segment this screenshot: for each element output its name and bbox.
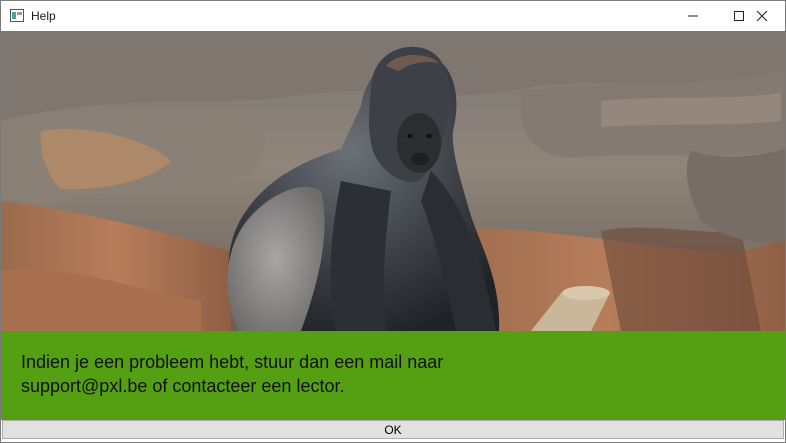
gorilla-photo xyxy=(1,31,785,331)
close-icon xyxy=(756,10,768,22)
message-panel: Indien je een probleem hebt, stuur dan e… xyxy=(1,331,785,420)
close-button[interactable] xyxy=(739,1,785,31)
minimize-button[interactable] xyxy=(670,1,716,31)
help-message: Indien je een probleem hebt, stuur dan e… xyxy=(21,350,621,398)
ok-button[interactable]: OK xyxy=(2,420,784,439)
window-app-icon xyxy=(10,9,24,22)
help-window: Help Indien je een probleem hebt, stuur … xyxy=(0,0,786,443)
help-message-line2: support@pxl.be of contacteer een lector. xyxy=(21,376,345,396)
gorilla-illustration xyxy=(1,31,785,331)
window-title: Help xyxy=(31,9,56,23)
minimize-icon xyxy=(688,15,698,17)
help-message-line1: Indien je een probleem hebt, stuur dan e… xyxy=(21,352,444,372)
title-bar[interactable]: Help xyxy=(1,1,785,31)
